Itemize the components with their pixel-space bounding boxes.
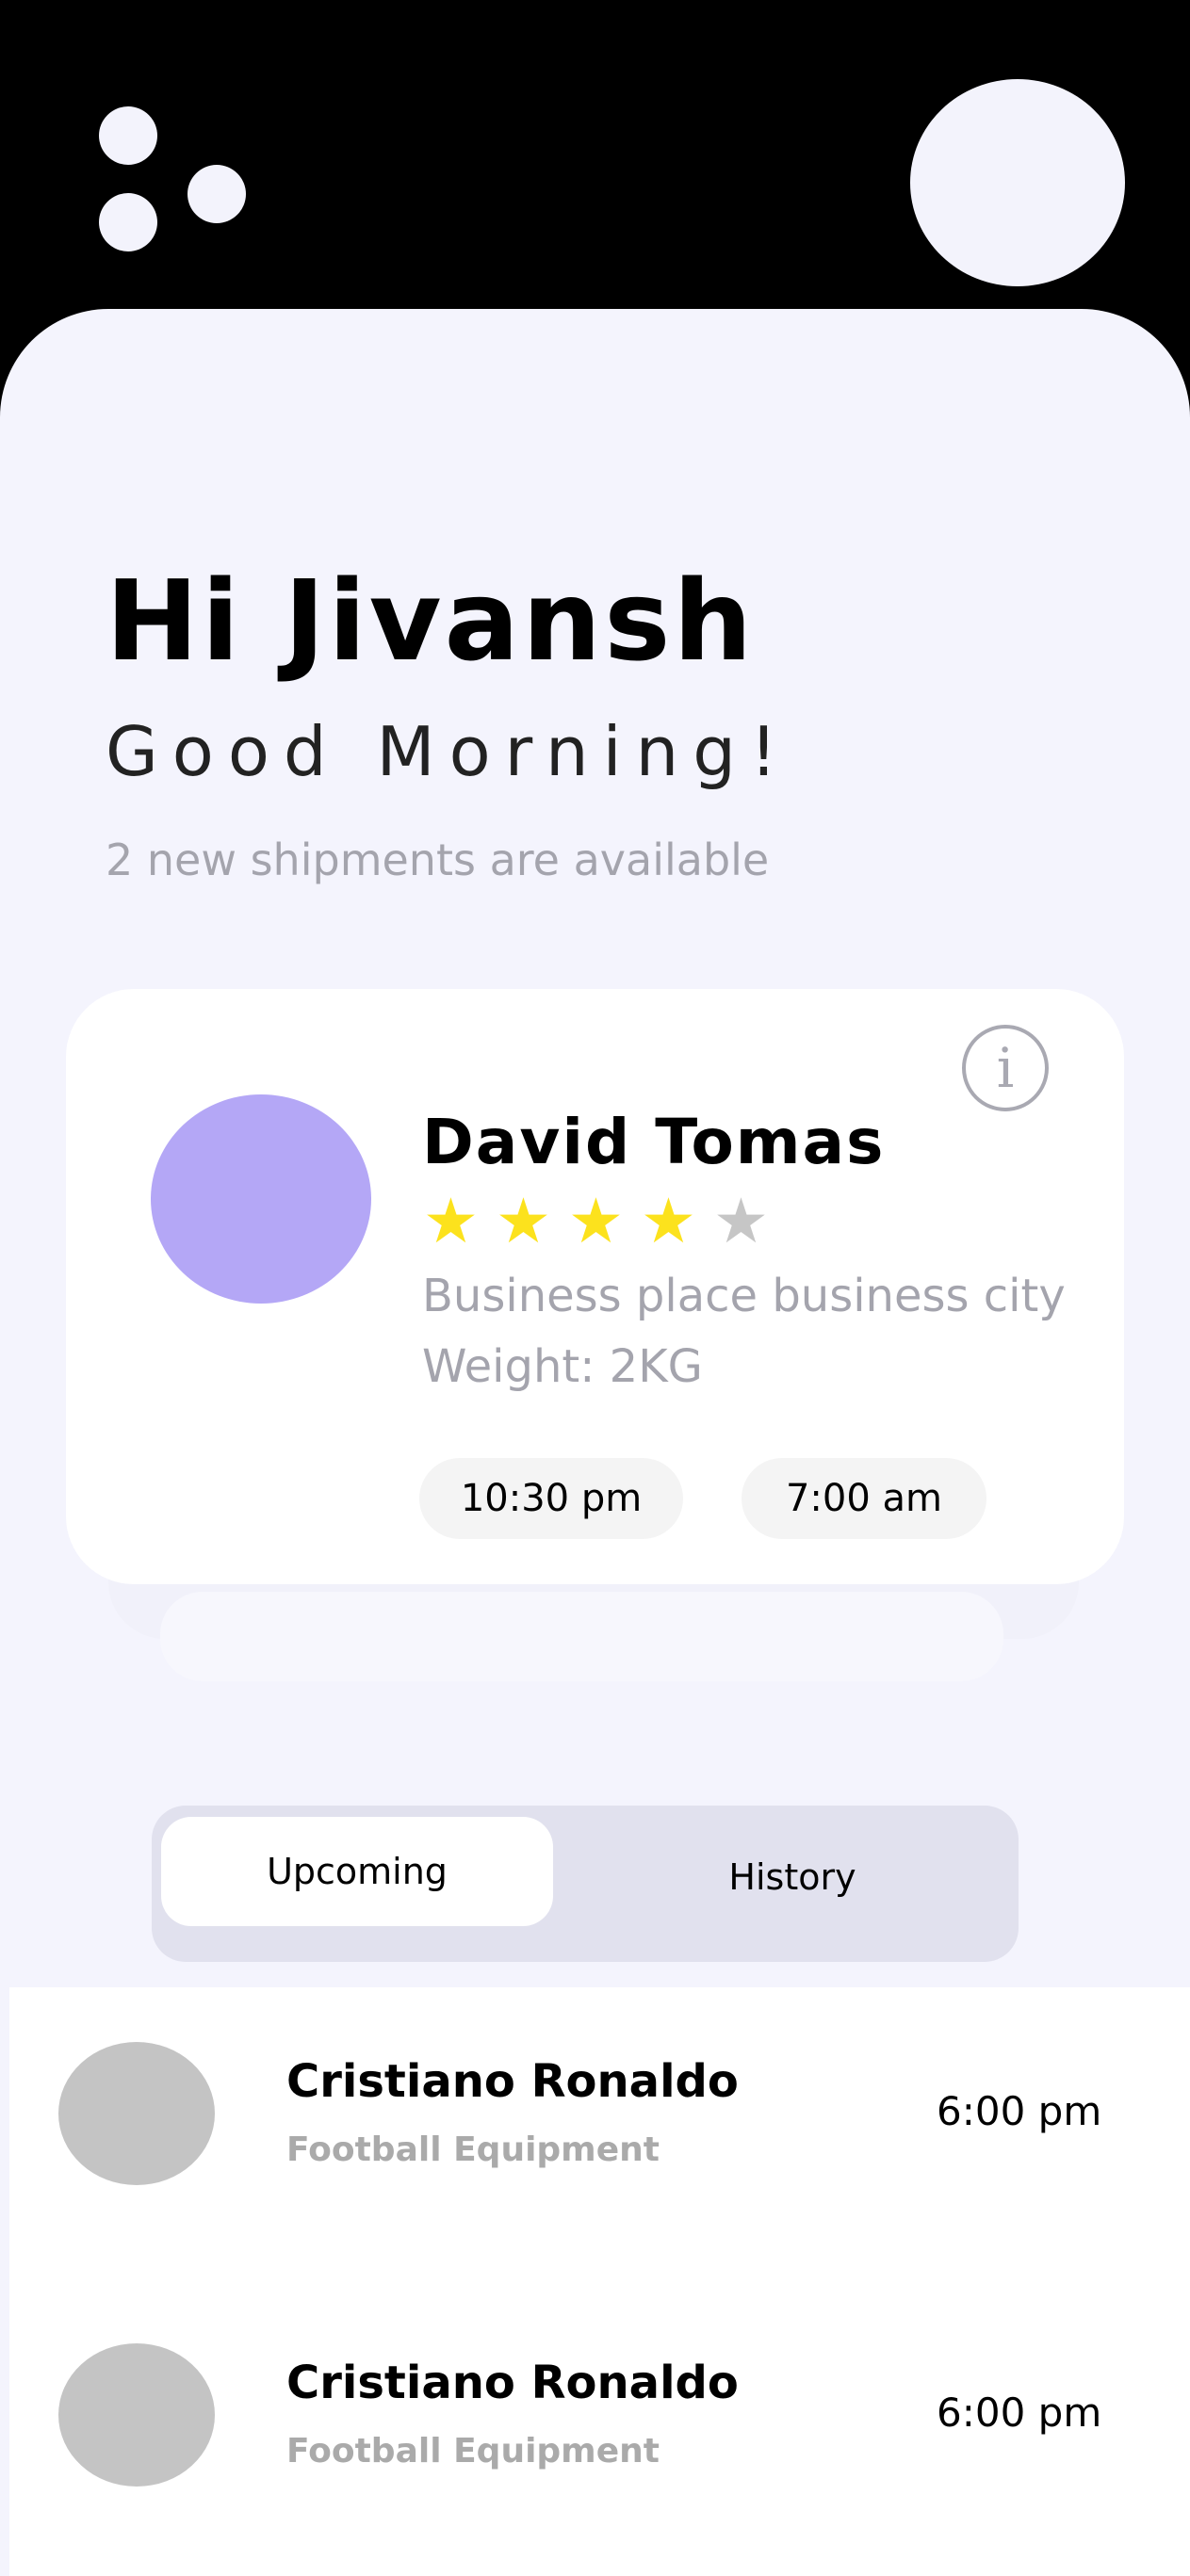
menu-dots-icon-dot[interactable] [99,193,157,251]
delivery-time-pill[interactable]: 7:00 am [742,1458,986,1539]
shipments-available-note: 2 new shipments are available [106,834,770,885]
menu-dots-icon-dot[interactable] [187,165,246,223]
top-bar [0,0,1190,339]
tab-upcoming[interactable]: Upcoming [161,1817,553,1926]
info-icon[interactable]: i [962,1025,1049,1111]
pickup-time-pill[interactable]: 10:30 pm [419,1458,683,1539]
customer-address: Business place business city [422,1270,1066,1322]
star-icon: ★ [712,1185,770,1257]
avatar [151,1094,371,1304]
greeting-subtitle: Good Morning! [106,712,791,791]
list-item-name[interactable]: Cristiano Ronaldo [286,2360,739,2406]
list-item-category: Football Equipment [286,2130,660,2169]
star-icon: ★ [640,1185,697,1257]
star-icon: ★ [495,1185,552,1257]
list-item-name[interactable]: Cristiano Ronaldo [286,2059,739,2104]
profile-avatar[interactable] [910,79,1125,286]
list-item-time: 6:00 pm [937,2088,1102,2134]
avatar [58,2343,215,2487]
star-rating: ★ ★ ★ ★ ★ [420,1189,772,1255]
tab-history[interactable]: History [595,1823,990,1932]
list-item-time: 6:00 pm [937,2390,1102,2436]
package-weight: Weight: 2KG [422,1340,703,1393]
greeting-title: Hi Jivansh [106,556,756,686]
list-item-category: Football Equipment [286,2432,660,2471]
avatar [58,2042,215,2185]
shipment-list: Cristiano Ronaldo Football Equipment 6:0… [9,1987,1190,2576]
shipment-tabs: Upcoming History [152,1806,1019,1962]
card-stack-layer [160,1592,1003,1681]
star-icon: ★ [567,1185,625,1257]
star-icon: ★ [422,1185,480,1257]
menu-dots-icon[interactable] [99,106,157,165]
customer-name: David Tomas [422,1106,886,1178]
